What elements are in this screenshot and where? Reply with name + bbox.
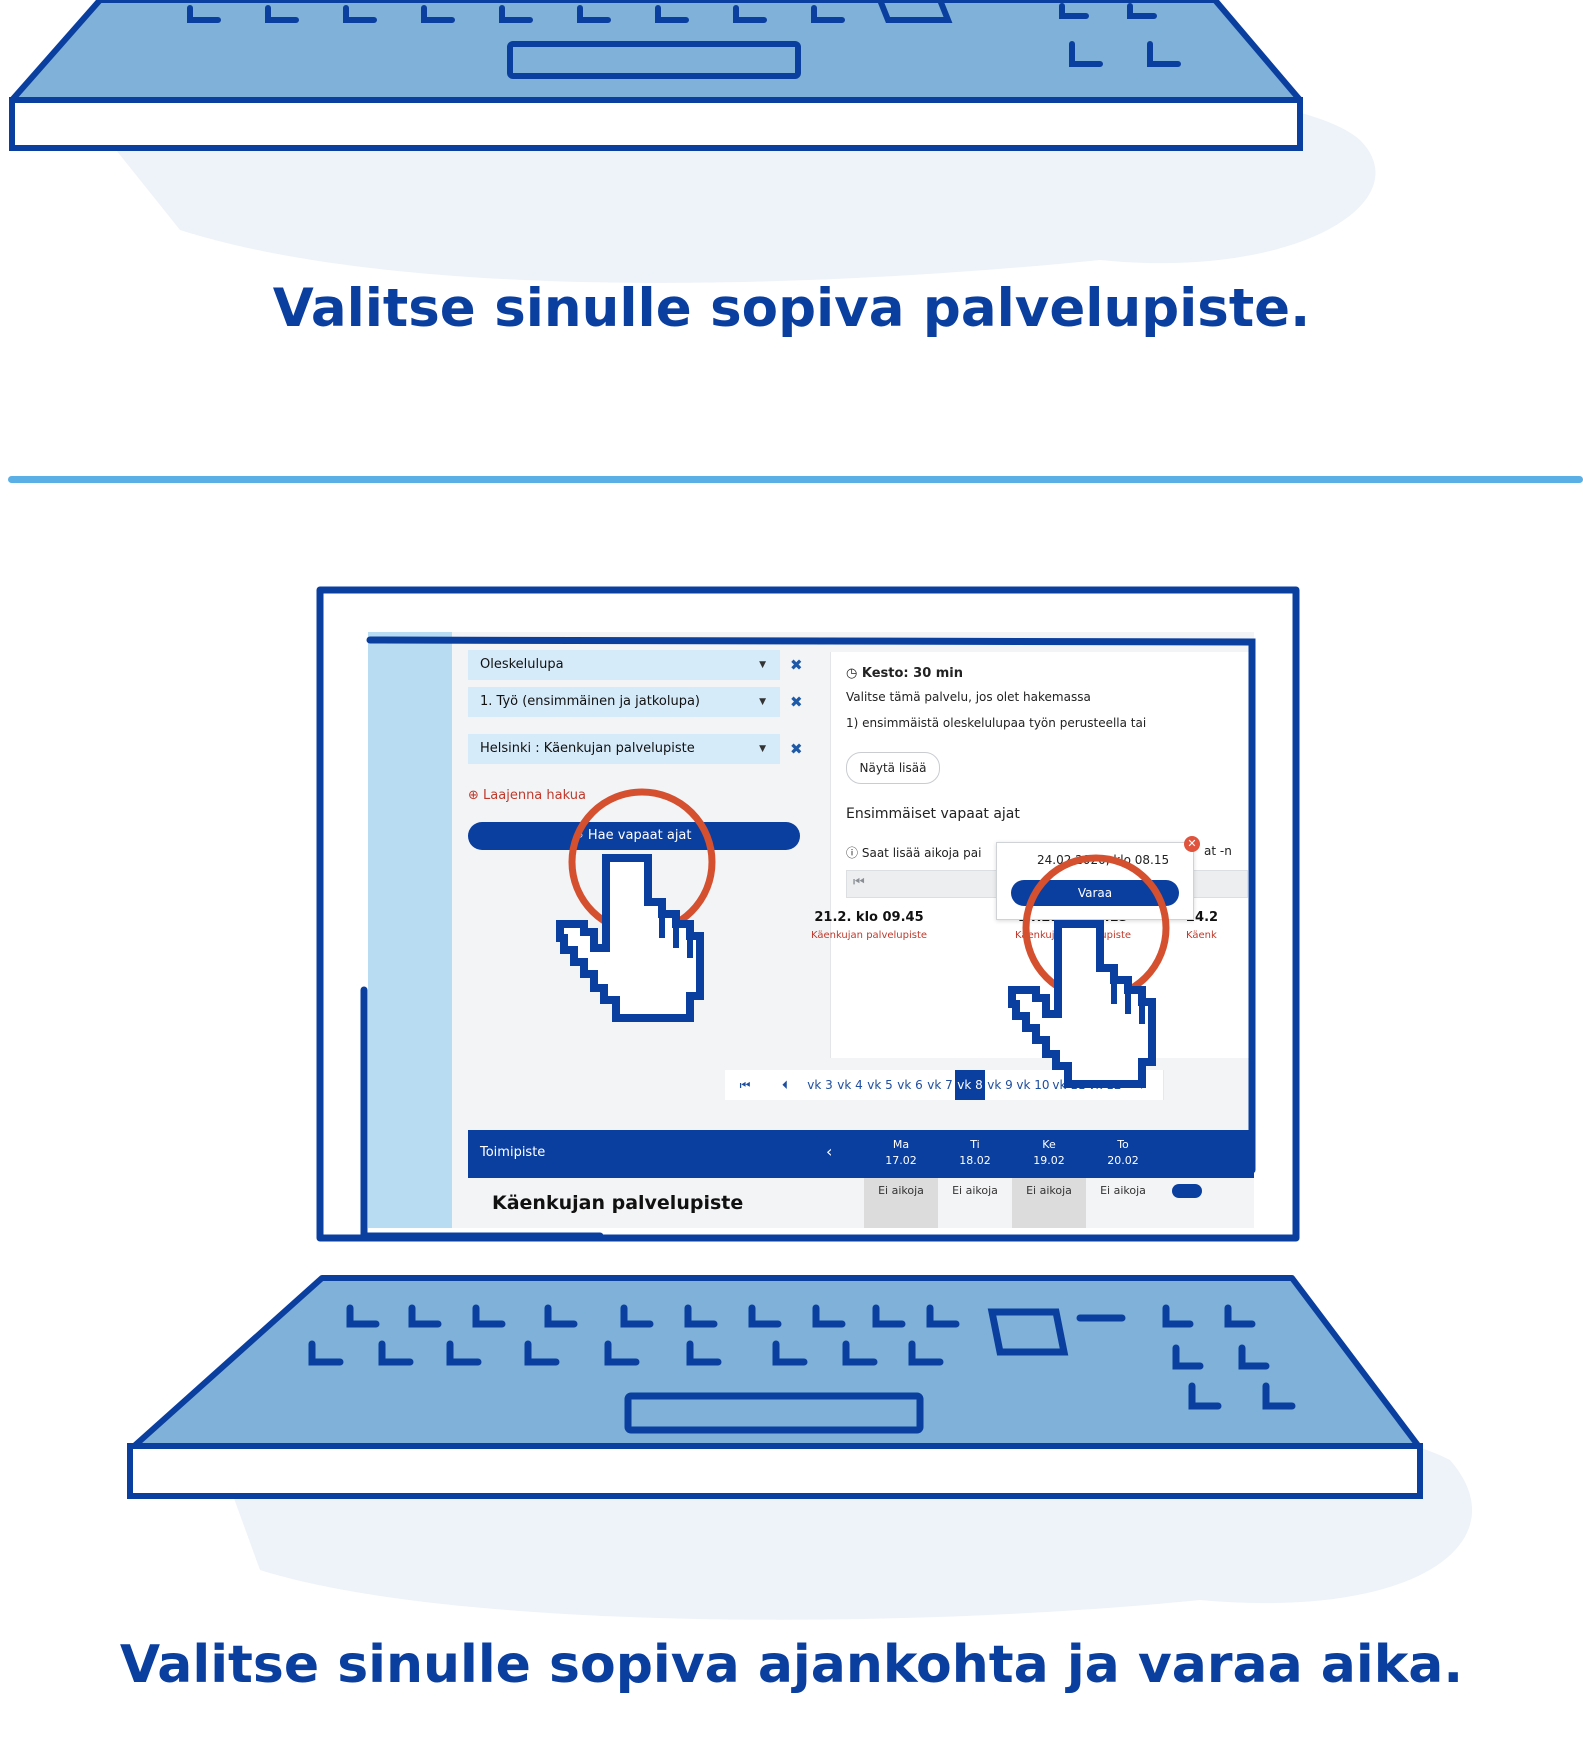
week-tab[interactable]: vk 11 bbox=[1051, 1070, 1088, 1100]
slot-time: 21.2. klo 09.45 bbox=[814, 910, 924, 925]
day-slot-status: Ei aikoja bbox=[1100, 1184, 1146, 1197]
top-laptop-illustration bbox=[9, 0, 1376, 283]
chevron-down-icon: ▼ bbox=[759, 697, 766, 707]
day-column-header: Ke 19.02 bbox=[1012, 1130, 1086, 1178]
expand-search-link[interactable]: ⊕ Laajenna hakua bbox=[468, 788, 586, 803]
day-column-header: Ti 18.02 bbox=[938, 1130, 1012, 1178]
info-text: ⓘ Saat lisää aikoja pai bbox=[846, 844, 982, 861]
next-icon[interactable]: ⏵ bbox=[1123, 1070, 1164, 1100]
duration-text: Kesto: 30 min bbox=[861, 666, 964, 681]
week-tab[interactable]: vk 10 bbox=[1015, 1070, 1052, 1100]
service-point-value: Helsinki : Käenkujan palvelupiste bbox=[480, 741, 695, 756]
close-icon[interactable]: ✕ bbox=[1184, 836, 1200, 852]
step-caption-time: Valitse sinulle sopiva ajankohta ja vara… bbox=[119, 1635, 1464, 1695]
info-icon: ⓘ bbox=[846, 846, 859, 860]
info-text-content: Saat lisää aikoja pai bbox=[861, 846, 982, 860]
day-date: 19.02 bbox=[1033, 1154, 1065, 1167]
service-point-select[interactable]: Helsinki : Käenkujan palvelupiste ▼ bbox=[468, 734, 780, 764]
clear-icon[interactable]: ✖ bbox=[790, 656, 803, 674]
slot-location: Käenkujan palvelupiste bbox=[1014, 930, 1132, 941]
permit-type-value: Oleskelulupa bbox=[480, 657, 564, 672]
day-name: Ti bbox=[970, 1138, 980, 1151]
search-icon: ⌕ bbox=[576, 828, 584, 843]
first-page-icon[interactable]: ⏮ bbox=[725, 1070, 766, 1100]
permit-reason-select[interactable]: 1. Työ (ensimmäinen ja jatkolupa) ▼ bbox=[468, 687, 780, 717]
clock-icon: ◷ bbox=[846, 666, 858, 681]
week-tab[interactable]: vk 4 bbox=[835, 1070, 866, 1100]
week-tab[interactable]: vk 3 bbox=[805, 1070, 836, 1100]
section-divider bbox=[8, 476, 1583, 483]
chevron-down-icon: ▼ bbox=[759, 660, 766, 670]
day-column-header: Ma 17.02 bbox=[864, 1130, 938, 1178]
previous-icon[interactable]: ⏮ bbox=[853, 875, 865, 890]
duration-label: ◷ Kesto: 30 min bbox=[846, 666, 963, 681]
day-slot-status: Ei aikoja bbox=[864, 1178, 938, 1228]
previous-icon[interactable]: ⏴ bbox=[765, 1070, 806, 1100]
day-column-header: To 20.02 bbox=[1086, 1130, 1160, 1178]
show-more-button[interactable]: Näytä lisää bbox=[846, 752, 940, 784]
slot-location: Käenkujan palvelupiste bbox=[810, 930, 928, 941]
plus-circle-icon: ⊕ bbox=[468, 788, 479, 803]
day-slot-status: Ei aikoja bbox=[952, 1184, 998, 1197]
first-free-times-heading: Ensimmäiset vapaat ajat bbox=[846, 806, 1020, 822]
slot-card[interactable]: 21.2. klo 09.45 Käenkujan palvelupiste bbox=[804, 910, 934, 941]
sidebar bbox=[368, 632, 452, 1228]
day-date: 17.02 bbox=[885, 1154, 917, 1167]
search-button-label: Hae vapaat ajat bbox=[587, 828, 692, 843]
location-name: Käenkujan palvelupiste bbox=[492, 1192, 744, 1214]
day-name: To bbox=[1117, 1138, 1129, 1151]
clear-icon[interactable]: ✖ bbox=[790, 740, 803, 758]
clear-icon[interactable]: ✖ bbox=[790, 693, 803, 711]
day-name: Ma bbox=[892, 1138, 910, 1151]
step-caption-location: Valitse sinulle sopiva palvelupiste. bbox=[272, 278, 1311, 339]
week-tab[interactable]: vk 9 bbox=[985, 1070, 1016, 1100]
slot-location: Käenk bbox=[1186, 930, 1217, 941]
permit-reason-value: 1. Työ (ensimmäinen ja jatkolupa) bbox=[480, 694, 700, 709]
description-line-1: Valitse tämä palvelu, jos olet hakemassa bbox=[846, 690, 1091, 704]
slot-card[interactable]: 24.2 Käenk bbox=[1186, 910, 1246, 941]
booking-app-screenshot: Oleskelulupa ▼ ✖ 1. Työ (ensimmäinen ja … bbox=[368, 632, 1254, 1228]
chevron-left-icon[interactable]: ‹ bbox=[826, 1142, 832, 1161]
search-free-times-button[interactable]: ⌕ Hae vapaat ajat bbox=[468, 822, 800, 850]
week-tab[interactable]: vk 5 bbox=[865, 1070, 896, 1100]
permit-type-select[interactable]: Oleskelulupa ▼ bbox=[468, 650, 780, 680]
schedule-table-header: Toimipiste ‹ Ma 17.02 Ti 18.02 Ke 19.02 … bbox=[468, 1130, 1254, 1178]
table-header-label: Toimipiste bbox=[480, 1145, 546, 1160]
booking-popup: 24.02.2020, klo 08.15 Varaa bbox=[996, 842, 1194, 920]
week-tab[interactable]: vk 7 bbox=[925, 1070, 956, 1100]
day-date: 18.02 bbox=[959, 1154, 991, 1167]
day-slot-status: Ei aikoja bbox=[1012, 1178, 1086, 1228]
day-name: Ke bbox=[1042, 1138, 1056, 1151]
description-line-2: 1) ensimmäistä oleskelulupaa työn perust… bbox=[846, 716, 1147, 730]
popup-datetime: 24.02.2020, klo 08.15 bbox=[1037, 853, 1170, 867]
week-tab[interactable]: vk 12 bbox=[1087, 1070, 1124, 1100]
day-date: 20.02 bbox=[1107, 1154, 1139, 1167]
week-tab-active[interactable]: vk 8 bbox=[955, 1070, 986, 1100]
info-text-cut: at -n bbox=[1204, 844, 1232, 858]
slot-pill[interactable] bbox=[1172, 1184, 1202, 1198]
book-button[interactable]: Varaa bbox=[1011, 880, 1179, 906]
expand-search-label: Laajenna hakua bbox=[483, 788, 586, 803]
week-tab[interactable]: vk 6 bbox=[895, 1070, 926, 1100]
chevron-down-icon: ▼ bbox=[759, 744, 766, 754]
slot-time: 24.2 bbox=[1186, 910, 1219, 925]
